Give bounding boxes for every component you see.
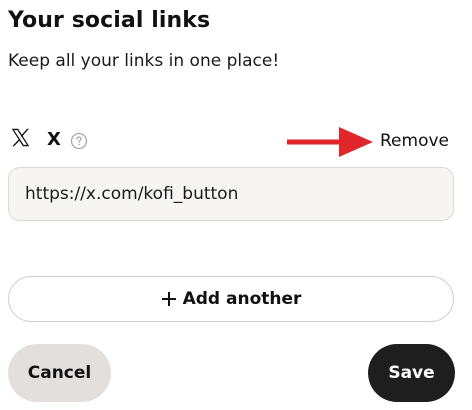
network-label: X bbox=[47, 129, 61, 150]
social-links-panel: Your social links Keep all your links in… bbox=[0, 0, 472, 410]
page-subtitle: Keep all your links in one place! bbox=[8, 51, 280, 71]
question-circle-icon[interactable] bbox=[70, 132, 88, 150]
add-another-label: Add another bbox=[182, 289, 302, 309]
red-arrow-icon bbox=[287, 125, 375, 159]
cancel-button[interactable]: Cancel bbox=[8, 344, 111, 402]
add-another-button[interactable]: Add another bbox=[8, 276, 454, 322]
remove-link-button[interactable]: Remove bbox=[380, 128, 449, 154]
save-button[interactable]: Save bbox=[368, 344, 455, 402]
plus-icon bbox=[161, 291, 177, 307]
x-url-input[interactable]: https://x.com/kofi_button bbox=[8, 167, 454, 221]
page-title: Your social links bbox=[8, 8, 211, 33]
x-logo-icon bbox=[10, 127, 31, 148]
